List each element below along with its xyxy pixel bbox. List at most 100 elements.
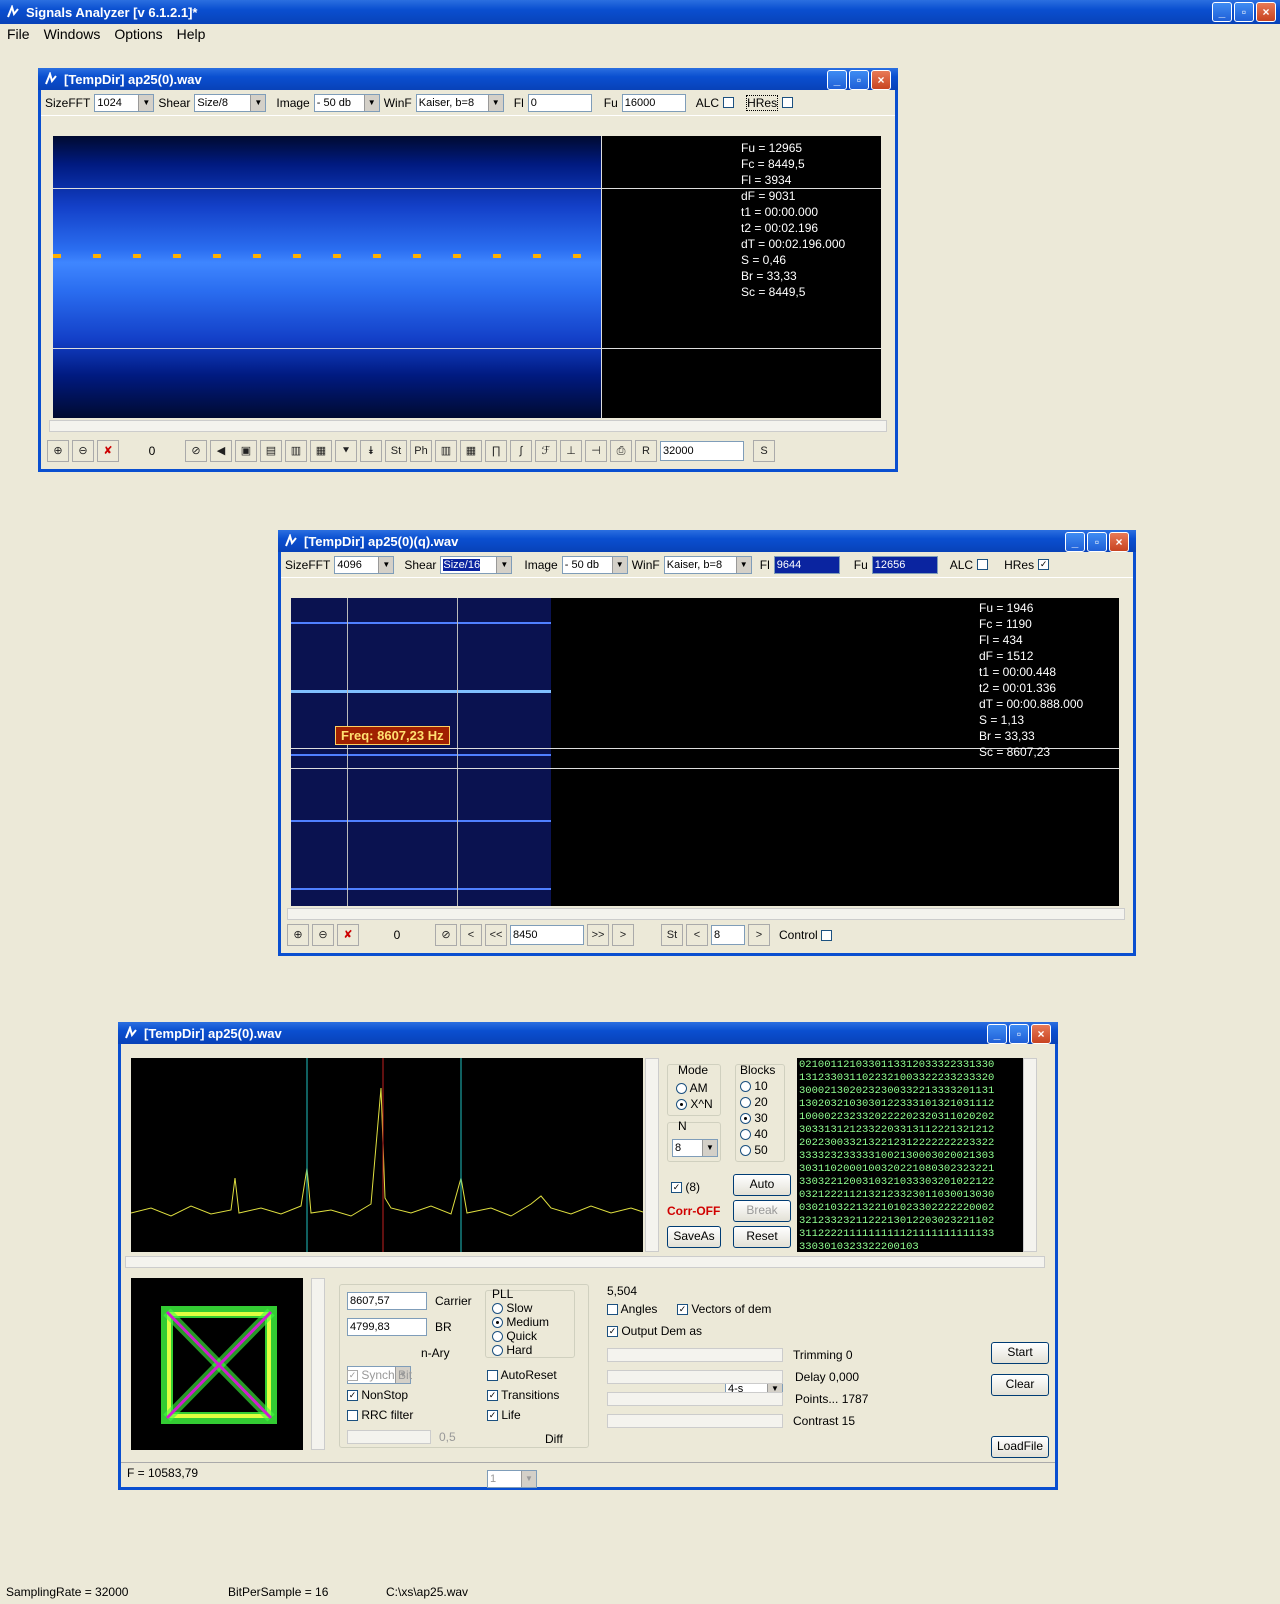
rrc-slider[interactable] [347, 1430, 431, 1444]
alc-checkbox[interactable] [723, 97, 735, 108]
bars-icon[interactable]: ▥ [435, 440, 457, 462]
vectors-checkbox[interactable]: ✓ [677, 1304, 688, 1316]
menu-file[interactable]: File [0, 26, 37, 42]
horizontal-scrollbar[interactable] [125, 1256, 1045, 1268]
auto-button[interactable]: Auto [733, 1174, 791, 1196]
close-button[interactable]: × [1256, 2, 1276, 22]
menu-help[interactable]: Help [170, 26, 213, 42]
close-button[interactable]: × [871, 70, 891, 90]
shear-select[interactable]: Size/16 ▼ [440, 555, 513, 574]
down-arrow-icon[interactable]: ⯆ [335, 440, 357, 462]
symbols-box[interactable]: 0210011210330113312033322331330 131233031… [797, 1058, 1023, 1252]
minimize-button[interactable]: _ [827, 70, 847, 90]
graph-icon[interactable]: ▦ [310, 440, 332, 462]
close-button[interactable]: × [1109, 532, 1129, 552]
fu-input[interactable]: 16000 [621, 93, 686, 112]
winf-select[interactable]: Kaiser, b=8 ▼ [415, 93, 504, 112]
maximize-button[interactable]: ▫ [1087, 532, 1107, 552]
saveas-button[interactable]: SaveAs [667, 1226, 721, 1248]
n-select[interactable]: 8 ▼ [672, 1139, 718, 1157]
ph-button[interactable]: Ph [410, 440, 432, 462]
freq-input[interactable]: 8450 [510, 925, 584, 945]
start-button[interactable]: Start [991, 1342, 1049, 1364]
doc-icon[interactable]: ▥ [285, 440, 307, 462]
rate-input[interactable]: 32000 [660, 441, 744, 461]
blocks-radio[interactable] [740, 1097, 751, 1109]
stop-icon[interactable]: ⊘ [185, 440, 207, 462]
clear-button[interactable]: Clear [991, 1374, 1049, 1396]
autoreset-checkbox[interactable] [487, 1370, 498, 1382]
constellation-plot[interactable] [131, 1278, 303, 1450]
prev-button[interactable]: < [686, 924, 708, 946]
r-button[interactable]: R [635, 440, 657, 462]
transitions-checkbox[interactable]: ✓ [487, 1390, 498, 1402]
speaker-icon[interactable]: ◀ [210, 440, 232, 462]
image-select[interactable]: - 50 db ▼ [313, 93, 380, 112]
fl-input[interactable]: 0 [527, 93, 592, 112]
menu-windows[interactable]: Windows [37, 26, 108, 42]
maximize-button[interactable]: ▫ [849, 70, 869, 90]
filter-icon[interactable]: ℱ [535, 440, 557, 462]
menu-options[interactable]: Options [107, 26, 169, 42]
pll-radio[interactable] [492, 1331, 503, 1343]
prev-button[interactable]: < [460, 924, 482, 946]
maximize-button[interactable]: ▫ [1234, 2, 1254, 22]
trimming-slider[interactable] [607, 1348, 783, 1362]
carrier-input[interactable]: 8607,57 [347, 1292, 427, 1310]
control-checkbox[interactable] [820, 929, 832, 941]
delay-slider[interactable] [607, 1370, 783, 1384]
s-button[interactable]: S [753, 440, 775, 462]
winf-select[interactable]: Kaiser, b=8 ▼ [663, 555, 752, 574]
constellation-scrollbar[interactable] [311, 1278, 325, 1450]
forward-button[interactable]: >> [587, 924, 609, 946]
vertical-scrollbar[interactable] [645, 1058, 659, 1252]
double-down-icon[interactable]: ⯯ [360, 440, 382, 462]
chart-icon[interactable]: ▤ [260, 440, 282, 462]
slope-icon[interactable]: ∫ [510, 440, 532, 462]
close-icon[interactable]: ✘ [97, 440, 119, 462]
hres-checkbox[interactable] [782, 97, 794, 108]
sizefft-select[interactable]: 1024 ▼ [94, 93, 155, 112]
pulse-icon[interactable]: ∏ [485, 440, 507, 462]
br-input[interactable]: 4799,83 [347, 1318, 427, 1336]
pll-radio[interactable] [492, 1317, 503, 1329]
shear-select[interactable]: Size/8 ▼ [194, 93, 267, 112]
fl-input[interactable]: 9644 [773, 555, 840, 574]
loadfile-button[interactable]: LoadFile [991, 1436, 1049, 1458]
zoom-in-icon[interactable]: ⊕ [47, 440, 69, 462]
life-checkbox[interactable]: ✓ [487, 1410, 498, 1422]
print-icon[interactable]: ⎙ [610, 440, 632, 462]
fu-input[interactable]: 12656 [871, 555, 938, 574]
zoom-out-icon[interactable]: ⊖ [312, 924, 334, 946]
close-icon[interactable]: ✘ [337, 924, 359, 946]
split-icon[interactable]: ⊣ [585, 440, 607, 462]
table-icon[interactable]: ▦ [460, 440, 482, 462]
st-button[interactable]: St [385, 440, 407, 462]
symbols-scrollbar[interactable] [1023, 1058, 1037, 1252]
maximize-button[interactable]: ▫ [1009, 1024, 1029, 1044]
image-select[interactable]: - 50 db ▼ [561, 555, 628, 574]
spectrogram-view-1[interactable]: Fu = 12965 Fc = 8449,5 Fl = 3934 dF = 90… [53, 136, 881, 418]
next-button[interactable]: > [612, 924, 634, 946]
stop-icon[interactable]: ⊘ [435, 924, 457, 946]
zoom-in-icon[interactable]: ⊕ [287, 924, 309, 946]
blocks-radio[interactable] [740, 1113, 751, 1125]
pll-radio[interactable] [492, 1303, 503, 1315]
alc-checkbox[interactable] [977, 559, 989, 570]
minimize-button[interactable]: _ [1065, 532, 1085, 552]
hres-checkbox[interactable]: ✓ [1038, 559, 1050, 570]
zoom-out-icon[interactable]: ⊖ [72, 440, 94, 462]
eight-checkbox[interactable]: ✓ [671, 1182, 682, 1194]
blocks-radio[interactable] [740, 1129, 751, 1141]
frame-icon[interactable]: ▣ [235, 440, 257, 462]
minimize-button[interactable]: _ [987, 1024, 1007, 1044]
angles-checkbox[interactable] [607, 1304, 618, 1316]
reset-button[interactable]: Reset [733, 1226, 791, 1248]
horizontal-scrollbar[interactable] [49, 420, 887, 432]
step-icon[interactable]: ⊥ [560, 440, 582, 462]
spectrogram-view-2[interactable]: Freq: 8607,23 Hz Fu = 1946 Fc = 1190 Fl … [291, 598, 1119, 906]
break-button[interactable]: Break [733, 1200, 791, 1222]
st-button[interactable]: St [661, 924, 683, 946]
rrc-checkbox[interactable] [347, 1410, 358, 1422]
close-button[interactable]: × [1031, 1024, 1051, 1044]
